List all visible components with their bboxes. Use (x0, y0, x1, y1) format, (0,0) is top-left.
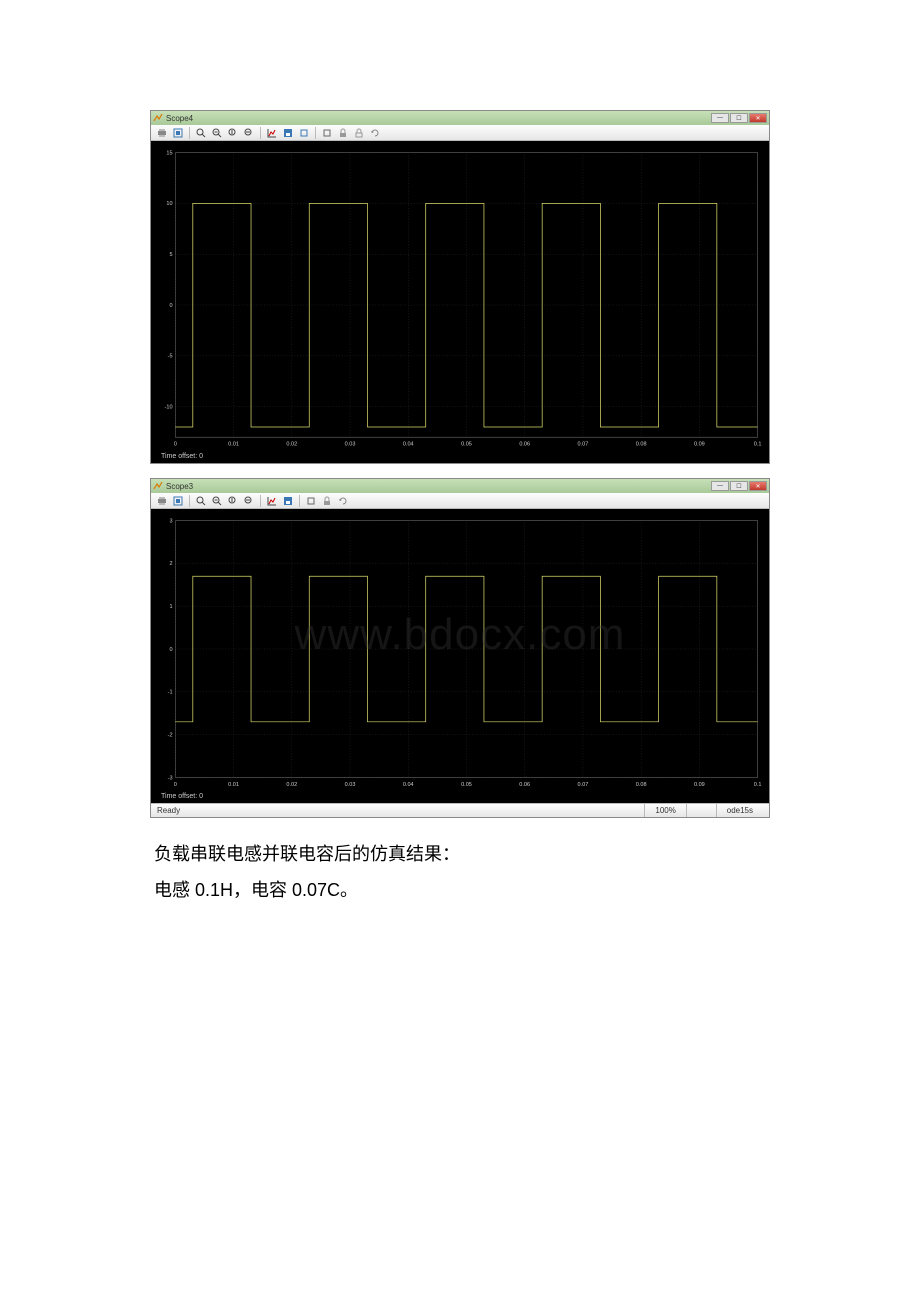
lock-icon[interactable] (320, 494, 334, 507)
print-icon[interactable] (155, 494, 169, 507)
zoom-y-icon[interactable] (226, 126, 240, 139)
window-title: Scope3 (166, 482, 193, 491)
close-button[interactable]: ✕ (749, 481, 767, 491)
scope-window-2: Scope3 — ☐ ✕ 0 0.01 0.02 0.03 0.04 0.05 0.06 0.… (150, 478, 770, 818)
svg-text:0.05: 0.05 (461, 442, 472, 448)
status-zoom: 100% (644, 804, 685, 817)
restore-icon[interactable] (297, 126, 311, 139)
svg-text:-2: -2 (168, 733, 173, 739)
lock2-icon[interactable] (352, 126, 366, 139)
plot-area[interactable]: 0 0.01 0.02 0.03 0.04 0.05 0.06 0.07 0.08 0.09 0.1… (151, 141, 769, 463)
svg-text:1: 1 (169, 604, 172, 610)
svg-text:-1: -1 (168, 690, 173, 696)
svg-text:3: 3 (169, 518, 172, 524)
svg-text:10: 10 (166, 201, 172, 207)
body-line-1: 负载串联电感并联电容后的仿真结果： (154, 836, 766, 872)
svg-text:0.1: 0.1 (754, 442, 762, 448)
svg-text:0: 0 (169, 647, 172, 653)
svg-text:0.02: 0.02 (286, 442, 297, 448)
zoom-in-icon[interactable] (194, 494, 208, 507)
float-icon[interactable] (320, 126, 334, 139)
svg-text:0: 0 (174, 442, 177, 448)
svg-text:0.03: 0.03 (345, 782, 356, 788)
body-line-2: 电感 0.1H，电容 0.07C。 (154, 872, 766, 908)
svg-text:0.05: 0.05 (461, 782, 472, 788)
titlebar[interactable]: Scope4 — ☐ ✕ (151, 111, 769, 125)
svg-text:0.06: 0.06 (519, 782, 530, 788)
window-controls: — ☐ ✕ (711, 481, 767, 491)
save-icon[interactable] (281, 494, 295, 507)
minimize-button[interactable]: — (711, 481, 729, 491)
svg-text:0.02: 0.02 (286, 782, 297, 788)
window-title: Scope4 (166, 114, 193, 123)
zoom-x-icon[interactable] (242, 494, 256, 507)
toolbar (151, 125, 769, 141)
svg-text:0: 0 (174, 782, 177, 788)
svg-text:2: 2 (169, 561, 172, 567)
svg-text:0.09: 0.09 (694, 442, 705, 448)
zoom-out-icon[interactable] (210, 126, 224, 139)
status-solver: ode15s (716, 804, 763, 817)
save-icon[interactable] (281, 126, 295, 139)
svg-text:0: 0 (169, 303, 172, 309)
zoom-x-icon[interactable] (242, 126, 256, 139)
svg-text:0.07: 0.07 (578, 782, 589, 788)
sync-icon[interactable] (336, 494, 350, 507)
print-icon[interactable] (155, 126, 169, 139)
autoscale-icon[interactable] (265, 126, 279, 139)
params-icon[interactable] (171, 126, 185, 139)
maximize-button[interactable]: ☐ (730, 481, 748, 491)
svg-text:0.07: 0.07 (578, 442, 589, 448)
svg-text:0.08: 0.08 (636, 442, 647, 448)
zoom-y-icon[interactable] (226, 494, 240, 507)
params-icon[interactable] (171, 494, 185, 507)
app-icon (153, 481, 163, 491)
window-controls: — ☐ ✕ (711, 113, 767, 123)
svg-text:0.01: 0.01 (228, 442, 239, 448)
plot-area[interactable]: 0 0.01 0.02 0.03 0.04 0.05 0.06 0.07 0.08 0.09 0.1… (151, 509, 769, 803)
time-offset-label: Time offset: 0 (155, 452, 765, 461)
sync-icon[interactable] (368, 126, 382, 139)
toolbar (151, 493, 769, 509)
time-offset-label: Time offset: 0 (155, 792, 765, 801)
svg-text:0.04: 0.04 (403, 782, 414, 788)
body-text: 负载串联电感并联电容后的仿真结果： 电感 0.1H，电容 0.07C。 (150, 836, 770, 908)
autoscale-icon[interactable] (265, 494, 279, 507)
svg-text:0.09: 0.09 (694, 782, 705, 788)
float-icon[interactable] (304, 494, 318, 507)
svg-text:5: 5 (169, 252, 172, 258)
svg-text:0.1: 0.1 (754, 782, 762, 788)
svg-text:0.01: 0.01 (228, 782, 239, 788)
app-icon (153, 113, 163, 123)
minimize-button[interactable]: — (711, 113, 729, 123)
svg-text:0.06: 0.06 (519, 442, 530, 448)
zoom-out-icon[interactable] (210, 494, 224, 507)
status-empty (686, 804, 716, 817)
status-ready: Ready (157, 806, 180, 815)
lock-icon[interactable] (336, 126, 350, 139)
scope-plot-1: 0 0.01 0.02 0.03 0.04 0.05 0.06 0.07 0.08 0.09 0.1… (155, 147, 765, 452)
scope-window-1: Scope4 — ☐ ✕ 0 0.01 0.02 0.03 0.04 0.05 0.06 0.… (150, 110, 770, 464)
svg-text:0.04: 0.04 (403, 442, 414, 448)
close-button[interactable]: ✕ (749, 113, 767, 123)
titlebar[interactable]: Scope3 — ☐ ✕ (151, 479, 769, 493)
svg-text:15: 15 (166, 150, 172, 156)
svg-text:0.03: 0.03 (345, 442, 356, 448)
zoom-in-icon[interactable] (194, 126, 208, 139)
maximize-button[interactable]: ☐ (730, 113, 748, 123)
statusbar: Ready 100% ode15s (151, 803, 769, 817)
svg-text:0.08: 0.08 (636, 782, 647, 788)
svg-text:-3: -3 (168, 775, 173, 781)
svg-text:-10: -10 (165, 405, 173, 411)
svg-text:-5: -5 (168, 354, 173, 360)
scope-plot-2: 0 0.01 0.02 0.03 0.04 0.05 0.06 0.07 0.08 0.09 0.1… (155, 515, 765, 792)
